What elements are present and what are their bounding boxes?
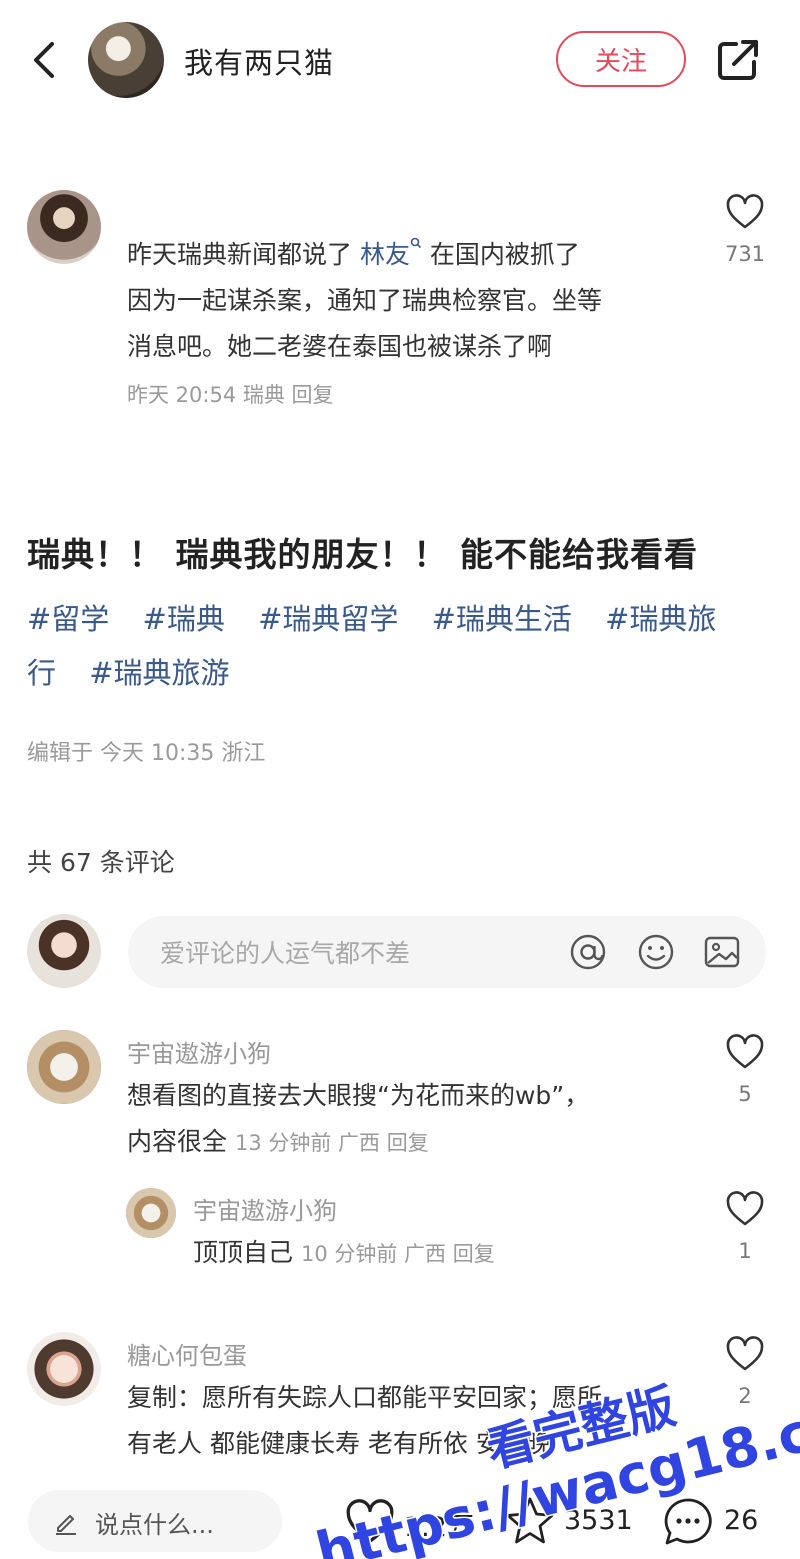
search-link-text[interactable]: 林友: [360, 240, 410, 269]
comment-meta[interactable]: 10 分钟前 广西 回复: [301, 1242, 495, 1266]
watermark: https://wacg18.com 看完整版: [309, 1376, 800, 1559]
tag[interactable]: #瑞典旅: [605, 602, 716, 636]
comment-meta[interactable]: 昨天 20:54 瑞典 回复: [127, 379, 334, 409]
author-name[interactable]: 我有两只猫: [184, 40, 334, 82]
like-count: 5: [738, 1082, 752, 1106]
emoji-icon[interactable]: [636, 932, 676, 972]
like-count: 731: [724, 242, 766, 266]
heart-icon[interactable]: [725, 1191, 765, 1227]
pencil-icon: [56, 1515, 76, 1535]
follow-button[interactable]: 关注: [556, 31, 686, 87]
author-avatar[interactable]: [88, 22, 164, 98]
comment-text-line: 顶顶自己 10 分钟前 广西 回复: [193, 1230, 495, 1277]
search-link[interactable]: 林友: [360, 237, 422, 269]
image-icon[interactable]: [702, 932, 742, 972]
heart-icon[interactable]: [725, 194, 765, 230]
comment-text: 顶顶自己: [193, 1238, 294, 1267]
comment-text-line: 因为一起谋杀案，通知了瑞典检察官。坐等: [127, 286, 603, 315]
commenter-avatar[interactable]: [27, 1332, 101, 1406]
edit-info: 编辑于 今天 10:35 浙江: [27, 741, 266, 766]
tag[interactable]: #瑞典: [143, 602, 225, 636]
commenter-avatar[interactable]: [27, 190, 101, 264]
comment-text: 内容很全: [127, 1127, 228, 1156]
commenter-avatar[interactable]: [27, 1030, 101, 1104]
heart-icon[interactable]: [725, 1034, 765, 1070]
my-avatar: [27, 914, 101, 988]
tag[interactable]: #瑞典生活: [432, 602, 572, 636]
like-count: 1: [738, 1239, 752, 1263]
commenter-name[interactable]: 宇宙遨游小狗: [193, 1191, 337, 1226]
tag[interactable]: #瑞典留学: [258, 602, 398, 636]
watermark-url: https://wacg18.com: [310, 1378, 800, 1559]
commenter-name[interactable]: 糖心何包蛋: [127, 1336, 247, 1371]
share-icon[interactable]: [716, 38, 762, 82]
comment-text: 昨天瑞典新闻都说了: [127, 240, 360, 269]
comment-text-line: 消息吧。她二老婆在泰国也被谋杀了啊: [127, 332, 553, 361]
say-something-label[interactable]: 说点什么...: [95, 1505, 214, 1540]
commenter-name[interactable]: 宇宙遨游小狗: [127, 1034, 271, 1069]
tag-list: #留学 #瑞典 #瑞典留学 #瑞典生活 #瑞典旅 行 #瑞典旅游: [27, 592, 777, 700]
comment-text: 想看图的直接去大眼搜“为花而来的wb”，: [127, 1081, 590, 1110]
tag[interactable]: #留学: [27, 602, 109, 636]
back-arrow-icon[interactable]: [24, 38, 64, 82]
commenter-avatar[interactable]: [126, 1188, 176, 1238]
comment-text: 在国内被抓了: [421, 240, 580, 269]
comment-text-line: 昨天瑞典新闻都说了 林友 在国内被抓了: [127, 232, 580, 278]
at-icon[interactable]: [568, 932, 608, 972]
comment-meta[interactable]: 13 分钟前 广西 回复: [235, 1131, 429, 1155]
comment-input-placeholder[interactable]: 爱评论的人运气都不差: [160, 934, 410, 970]
post-title: 瑞典！！ 瑞典我的朋友！！ 能不能给我看看: [27, 535, 698, 574]
tag[interactable]: 行: [27, 656, 56, 690]
top-bar: 我有两只猫 关注: [0, 0, 800, 120]
tag[interactable]: #瑞典旅游: [89, 656, 229, 690]
comment-count: 共 67 条评论: [27, 848, 175, 877]
search-icon: [410, 237, 422, 249]
comment-text-line: 内容很全 13 分钟前 广西 回复: [127, 1119, 429, 1166]
